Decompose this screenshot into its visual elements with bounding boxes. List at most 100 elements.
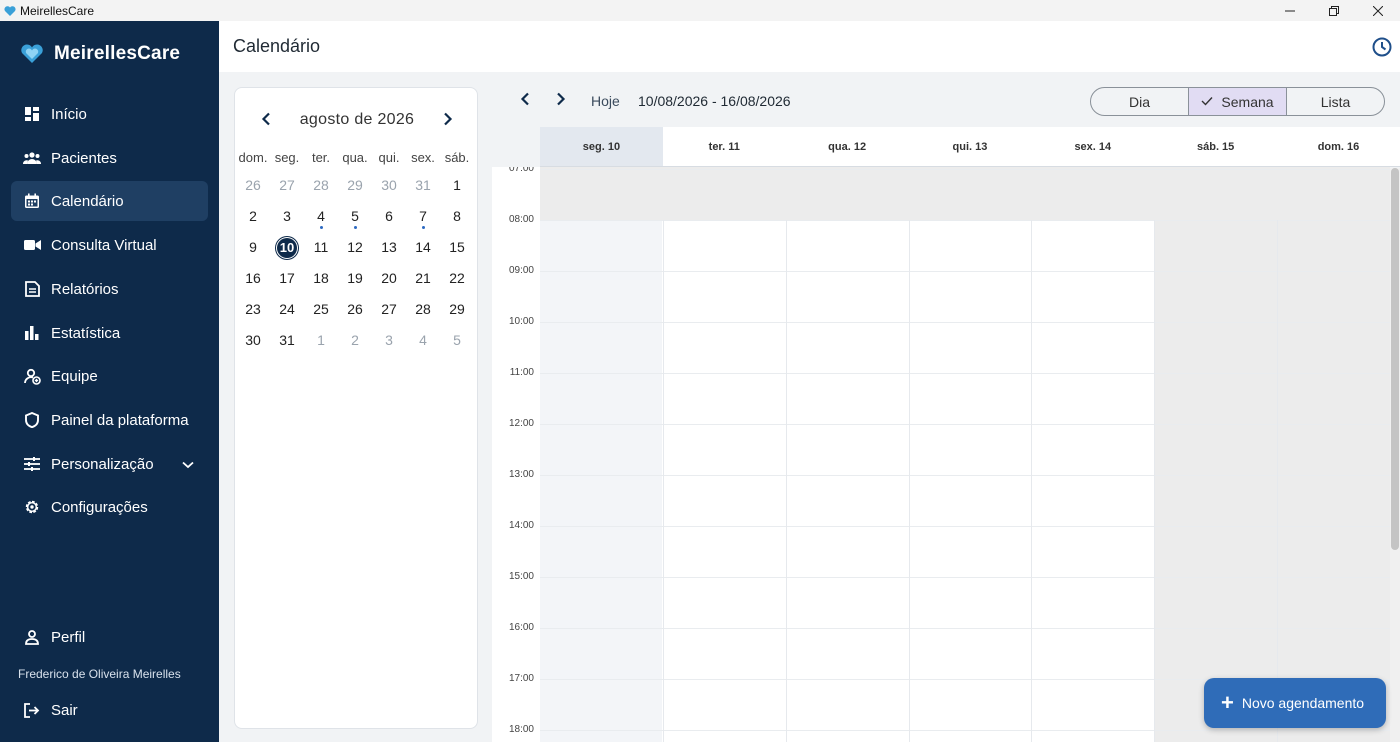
day-number: 4 [317,208,325,224]
report-icon [23,280,41,298]
sidebar-item-perfil[interactable]: Perfil [11,617,208,657]
day-cell[interactable]: 31 [270,331,304,362]
hour-label: 17:00 [508,673,534,684]
day-cell[interactable]: 25 [304,300,338,331]
day-cell[interactable]: 30 [372,176,406,207]
weekday-label: seg. [274,150,300,165]
day-cell[interactable]: 31 [406,176,440,207]
day-cell[interactable]: 26 [338,300,372,331]
day-cell[interactable]: 14 [406,238,440,269]
next-month-button[interactable] [443,112,453,131]
check-icon [1201,94,1213,109]
day-number: 6 [385,208,393,224]
logout-icon [23,701,41,719]
sidebar-item-relatorios[interactable]: Relatórios [11,269,208,309]
day-cell[interactable]: 27 [372,300,406,331]
day-header[interactable]: qua. 12 [786,127,909,166]
day-header[interactable]: qui. 13 [909,127,1032,166]
day-number: 18 [313,270,329,286]
day-cell[interactable]: 29 [338,176,372,207]
day-cell[interactable]: 7 [406,207,440,238]
day-cell[interactable]: 4 [304,207,338,238]
sidebar-item-pacientes[interactable]: Pacientes [11,138,208,178]
view-day-button[interactable]: Dia [1091,88,1188,115]
day-cell[interactable]: 1 [440,176,474,207]
day-number: 22 [449,270,465,286]
day-cell[interactable]: 18 [304,269,338,300]
day-cell[interactable]: 13 [372,238,406,269]
day-header[interactable]: sáb. 15 [1154,127,1277,166]
profile-label: Perfil [51,628,86,646]
day-header[interactable]: ter. 11 [663,127,786,166]
day-cell[interactable]: 1 [304,331,338,362]
sidebar-item-inicio[interactable]: Início [11,94,208,134]
day-cell[interactable]: 4 [406,331,440,362]
day-cell[interactable]: 28 [406,300,440,331]
today-button[interactable]: Hoje [591,93,620,109]
day-cell[interactable]: 3 [270,207,304,238]
close-button[interactable] [1356,0,1400,21]
logout-button[interactable]: Sair [11,690,208,730]
time-grid[interactable]: 07:00 08:00 09:00 10:00 11:00 12:00 13:00 14:00… [492,167,1390,742]
day-cell[interactable]: 30 [236,331,270,362]
day-cell[interactable]: 21 [406,269,440,300]
day-cell[interactable]: 12 [338,238,372,269]
next-week-button[interactable] [552,90,570,108]
sidebar-item-estatistica[interactable]: Estatística [11,313,208,353]
prev-week-button[interactable] [516,90,534,108]
sidebar-item-label: Início [51,105,87,123]
day-cell[interactable]: 8 [440,207,474,238]
day-cell[interactable]: 19 [338,269,372,300]
view-week-button[interactable]: Semana [1188,88,1286,115]
sidebar-item-personalizacao[interactable]: Personalização [11,444,208,484]
day-header-current[interactable]: seg. 10 [540,127,663,166]
current-day-column[interactable] [540,220,662,742]
day-cell[interactable]: 2 [236,207,270,238]
day-header[interactable]: dom. 16 [1277,127,1400,166]
team-icon [23,367,41,385]
hour-line [540,577,1390,578]
day-cell[interactable]: 29 [440,300,474,331]
day-cell[interactable]: 26 [236,176,270,207]
day-cell[interactable]: 9 [236,238,270,269]
restore-button[interactable] [1312,0,1356,21]
chevron-down-icon[interactable] [182,456,194,473]
day-cell[interactable]: 5 [440,331,474,362]
day-cell[interactable]: 2 [338,331,372,362]
sidebar-item-consulta-virtual[interactable]: Consulta Virtual [11,225,208,265]
day-cell[interactable]: 3 [372,331,406,362]
day-cell[interactable]: 28 [304,176,338,207]
new-appointment-button[interactable]: + Novo agendamento [1204,678,1386,728]
sidebar-item-equipe[interactable]: Equipe [11,356,208,396]
day-column-divider [785,220,787,742]
day-cell[interactable]: 24 [270,300,304,331]
day-column-divider [1277,220,1279,742]
sidebar-item-configuracoes[interactable]: Configurações [11,487,208,527]
hour-label: 11:00 [509,367,534,378]
day-cell[interactable]: 6 [372,207,406,238]
day-cell[interactable]: 22 [440,269,474,300]
hour-line [540,475,1390,476]
sidebar-item-label: Personalização [51,455,154,473]
clock-icon[interactable] [1372,37,1392,62]
day-number: 20 [381,270,397,286]
sidebar-item-calendario[interactable]: Calendário [11,181,208,221]
scrollbar-thumb[interactable] [1391,168,1399,550]
view-list-button[interactable]: Lista [1286,88,1384,115]
day-number: 29 [449,301,465,317]
scrollbar[interactable] [1390,168,1400,742]
day-cell[interactable]: 23 [236,300,270,331]
day-cell[interactable]: 11 [304,238,338,269]
day-cell[interactable]: 5 [338,207,372,238]
day-cell-today[interactable]: 10 [270,238,304,269]
day-cell[interactable]: 16 [236,269,270,300]
sidebar-item-label: Estatística [51,324,121,342]
hour-label: 09:00 [508,265,534,276]
day-cell[interactable]: 20 [372,269,406,300]
day-cell[interactable]: 27 [270,176,304,207]
minimize-button[interactable] [1268,0,1312,21]
day-cell[interactable]: 17 [270,269,304,300]
day-header[interactable]: sex. 14 [1031,127,1154,166]
sidebar-item-painel-plataforma[interactable]: Painel da plataforma [11,400,208,440]
day-cell[interactable]: 15 [440,238,474,269]
